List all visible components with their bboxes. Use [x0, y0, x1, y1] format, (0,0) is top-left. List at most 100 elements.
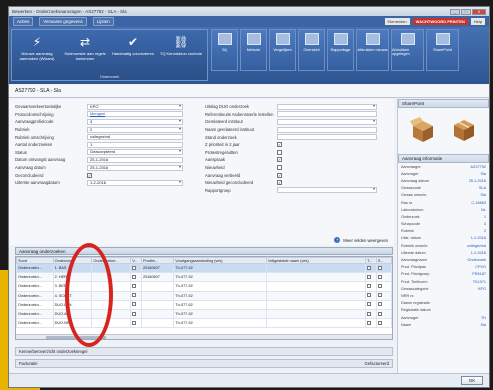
info-value[interactable]: 1: [484, 215, 486, 219]
field-input[interactable]: collegezind: [87, 134, 183, 141]
more-fields-link[interactable]: + Meer velden weergeven: [334, 237, 388, 243]
ribbon-button-overzicht[interactable]: Overzicht: [298, 29, 325, 71]
menu-lijsten[interactable]: Lijsten: [92, 17, 114, 26]
row-checkbox[interactable]: [377, 265, 382, 270]
menu-acties[interactable]: Acties: [13, 17, 34, 26]
info-value[interactable]: collegezind: [467, 244, 486, 248]
info-value[interactable]: Onderzoek: [467, 258, 486, 262]
ribbon-button-sharepoint[interactable]: SharePoint: [426, 29, 459, 71]
open-box-icon[interactable]: [409, 116, 437, 144]
assign-submonster-button[interactable]: ⇄ Submonster aan regels toekennen: [62, 32, 108, 70]
table-cell: Th-077-92: [173, 262, 267, 274]
ribbon-button-afdrukken-nieuws[interactable]: Afdrukken nieuws: [356, 29, 389, 71]
info-value[interactable]: 1-2-2016: [471, 236, 486, 240]
form-row: Nieuwheid geconcludeerd ✓: [205, 179, 391, 187]
ribbon-button-rapportage[interactable]: Rapportage: [327, 29, 354, 71]
row-checkbox[interactable]: [132, 274, 137, 279]
field-dropdown[interactable]: Geaccepteerd: [87, 149, 183, 156]
row-checkbox[interactable]: [132, 320, 137, 325]
info-value[interactable]: TK1571: [473, 280, 486, 284]
form-row: Uiterste aanvraagdatum 1-2-2016: [15, 179, 195, 187]
row-checkbox[interactable]: [367, 265, 372, 270]
row-checkbox[interactable]: [132, 293, 137, 298]
row-checkbox[interactable]: [132, 302, 137, 307]
ribbon-button-vergelijken[interactable]: Vergelijken: [269, 29, 296, 71]
info-value[interactable]: KPO: [478, 287, 486, 291]
row-checkbox[interactable]: [377, 302, 382, 307]
info-value[interactable]: TH: [481, 316, 486, 320]
field-input[interactable]: Mengsel: [87, 111, 183, 118]
ribbon-button-bij[interactable]: Bij: [211, 29, 238, 71]
row-checkbox[interactable]: [377, 283, 382, 288]
field-dropdown[interactable]: [277, 103, 377, 110]
field-input[interactable]: [277, 134, 377, 141]
elements-link[interactable]: Elementen: [384, 18, 410, 25]
row-checkbox[interactable]: [377, 320, 382, 325]
info-value[interactable]: AS27792: [470, 165, 486, 169]
field-checkbox[interactable]: ✓: [277, 180, 282, 186]
field-checkbox[interactable]: ✓: [277, 172, 282, 178]
menu-verwante-gegevens[interactable]: Verwante gegevens: [39, 17, 87, 26]
horizontal-scrollbar[interactable]: [16, 334, 392, 339]
field-checkbox[interactable]: [277, 149, 282, 155]
row-checkbox[interactable]: [367, 283, 372, 288]
info-value[interactable]: C-16863: [471, 201, 486, 205]
field-dropdown[interactable]: 2: [87, 126, 183, 133]
sharepoint-header[interactable]: SharePoint: [398, 99, 489, 108]
field-checkbox[interactable]: ✓: [277, 157, 282, 163]
section-bar-facturatie[interactable]: Facturatie Gefactureerd: [15, 359, 393, 368]
info-value[interactable]: 25-1-2016: [469, 179, 486, 183]
info-value[interactable]: Sla: [481, 172, 487, 176]
info-value[interactable]: 2: [484, 229, 486, 233]
field-input[interactable]: [277, 126, 377, 133]
row-checkbox[interactable]: [132, 283, 137, 288]
field-dropdown[interactable]: KPO: [87, 103, 183, 110]
info-value[interactable]: Sla: [481, 193, 487, 197]
row-checkbox[interactable]: [377, 274, 382, 279]
field-dropdown[interactable]: [277, 187, 377, 194]
info-value[interactable]: SLA: [479, 186, 486, 190]
help-link[interactable]: Help: [470, 18, 485, 25]
table-cell: [265, 290, 367, 301]
field-dropdown[interactable]: 3: [87, 118, 183, 125]
row-checkbox[interactable]: [367, 274, 372, 279]
new-request-wizard-button[interactable]: ⚡ Nieuwe aanvraag aanmaken (Wizard): [14, 32, 60, 70]
row-checkbox[interactable]: [367, 320, 372, 325]
ribbon-button-label: Submonster aan regels toekennen: [64, 51, 106, 61]
ok-button[interactable]: OK: [461, 376, 483, 385]
tq-knowledge-check-button[interactable]: ⛓ TQ Kennisbron controle: [158, 32, 204, 70]
section-bar-kennerberoverzicht[interactable]: Kennerberoverzicht onderzoeksregel: [15, 347, 393, 356]
row-checkbox[interactable]: [377, 311, 382, 316]
field-input[interactable]: [277, 111, 377, 118]
field-checkbox[interactable]: [277, 165, 282, 171]
row-checkbox[interactable]: [132, 265, 137, 270]
row-checkbox[interactable]: [367, 293, 372, 298]
info-value[interactable]: 1-2-2016: [471, 251, 486, 255]
info-value[interactable]: PR8187: [472, 272, 486, 276]
minimize-button[interactable]: _: [450, 8, 460, 15]
info-value[interactable]: NL: [481, 208, 486, 212]
field-checkbox[interactable]: ✓: [87, 172, 92, 178]
field-checkbox[interactable]: ✓: [277, 142, 282, 148]
field-input[interactable]: 25-1-2016: [87, 156, 183, 163]
close-button[interactable]: X: [472, 8, 486, 15]
row-checkbox[interactable]: [367, 311, 372, 316]
row-checkbox[interactable]: [132, 311, 137, 316]
field-label: Gerelateerd instituut: [205, 119, 243, 125]
print-password-button[interactable]: WACHTWOORD PRINTEN: [412, 18, 468, 25]
manual-conclude-button[interactable]: ✔ Handmatig concluderen: [110, 32, 156, 70]
row-checkbox[interactable]: [377, 293, 382, 298]
info-header[interactable]: Aanvraag informatie: [398, 154, 489, 163]
info-value[interactable]: CPVO: [475, 265, 486, 269]
closed-box-icon[interactable]: [450, 116, 478, 144]
ribbon-button-melnote[interactable]: Melnote: [240, 29, 267, 71]
info-value[interactable]: 3: [484, 222, 486, 226]
field-dropdown[interactable]: 1-2-2016: [87, 179, 183, 186]
maximize-button[interactable]: □: [461, 8, 471, 15]
field-input[interactable]: 1: [87, 141, 183, 148]
info-value[interactable]: Sla: [481, 323, 487, 327]
field-dropdown[interactable]: [277, 118, 377, 125]
ribbon-button-afdrukken-opgelegen[interactable]: Afdrukken opgelegen: [391, 29, 424, 71]
field-dropdown[interactable]: 25-1-2016: [87, 164, 183, 171]
row-checkbox[interactable]: [367, 302, 372, 307]
